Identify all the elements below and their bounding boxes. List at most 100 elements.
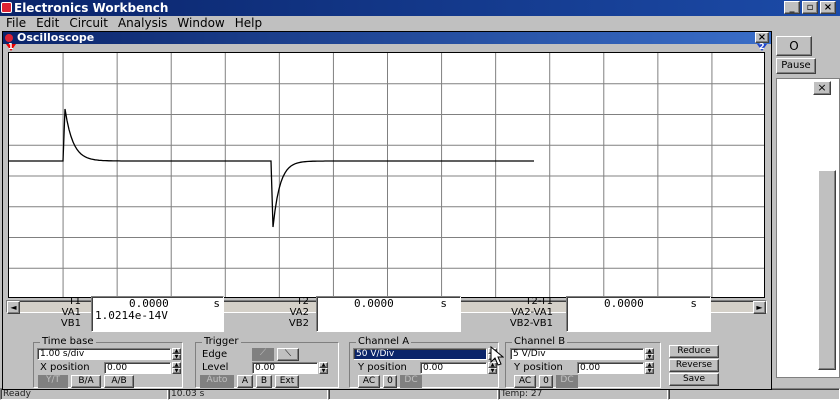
menu-file[interactable]: File	[4, 16, 34, 31]
power-switch[interactable]: O	[776, 36, 812, 56]
channel-b-title: Channel B	[512, 336, 568, 348]
label-t1: T1	[68, 296, 81, 307]
oscilloscope-icon	[5, 34, 13, 42]
scroll-left-arrow-icon[interactable]: ◄	[7, 301, 20, 314]
channel-a-ypos-label: Y position	[358, 362, 407, 373]
scope-grid-and-trace	[9, 53, 764, 297]
panel-close-button[interactable]: ×	[813, 81, 831, 95]
timebase-value-field[interactable]: 1.00 s/div	[37, 348, 171, 360]
channel-a-dc-button[interactable]: DC	[400, 375, 422, 388]
save-button[interactable]: Save	[669, 373, 719, 386]
spin-down-icon[interactable]: ▼	[172, 368, 181, 374]
scroll-right-arrow-icon[interactable]: ►	[753, 301, 766, 314]
mode-ab-button[interactable]: A/B	[104, 375, 134, 388]
readout-va1-value: 1.0214e-14V	[95, 309, 168, 322]
trigger-auto-button[interactable]: Auto	[200, 375, 234, 388]
readout-t2-box: 0.0000 s	[316, 296, 461, 332]
minimize-button[interactable]: _	[784, 1, 800, 14]
channel-b-scale-field[interactable]: 5 V/Div	[510, 348, 644, 360]
menu-circuit[interactable]: Circuit	[67, 16, 116, 31]
timebase-group: Time base 1.00 s/div ▲ ▼ X position 0.00 …	[33, 336, 183, 388]
channel-a-title: Channel A	[356, 336, 412, 348]
spin-down-icon[interactable]: ▼	[488, 368, 497, 374]
channel-a-group: Channel A 50 V/Div ▲▼ Y position 0.00 ▲▼…	[349, 336, 499, 388]
readout-t1-unit: s	[213, 297, 220, 310]
channel-b-scale-spinner[interactable]: ▲ ▼	[645, 348, 654, 360]
channel-b-ypos-field[interactable]: 0.00	[577, 362, 644, 374]
close-button[interactable]: ×	[820, 1, 836, 14]
oscilloscope-window: Oscilloscope × 1 2 ◄ ► T1 VA1 VB1 0.0000…	[2, 31, 772, 390]
timebase-title: Time base	[40, 336, 96, 348]
maximize-button[interactable]: ▫	[802, 1, 818, 14]
power-switch-label: O	[789, 39, 799, 53]
readout-t2-labels: T2 VA2 VB2	[273, 296, 309, 329]
edge-falling-icon[interactable]: ⟍	[277, 348, 299, 361]
timebase-xpos-field[interactable]: 0.00	[104, 362, 171, 374]
readout-t1-labels: T1 VA1 VB1	[51, 296, 81, 329]
label-va2: VA2	[289, 307, 309, 318]
mouse-cursor-icon	[490, 346, 504, 366]
channel-a-scale-field[interactable]: 50 V/Div	[353, 348, 487, 360]
label-va1: VA1	[61, 307, 81, 318]
label-vb2-vb1: VB2-VB1	[509, 318, 553, 329]
oscilloscope-title: Oscilloscope	[17, 31, 95, 44]
oscilloscope-title-bar: Oscilloscope ×	[3, 32, 771, 44]
channel-b-group: Channel B 5 V/Div ▲ ▼ Y position 0.00 ▲ ▼ …	[505, 336, 661, 388]
trigger-level-field[interactable]: 0.00	[252, 362, 318, 374]
trigger-level-spinner[interactable]: ▲ ▼	[319, 362, 328, 374]
edge-rising-icon[interactable]: ⟋	[252, 348, 274, 361]
reverse-button[interactable]: Reverse	[669, 359, 719, 372]
readout-t1-box: 0.0000 s 1.0214e-14V	[91, 296, 224, 332]
trigger-level-label: Level	[202, 362, 229, 373]
timebase-xpos-spinner[interactable]: ▲ ▼	[172, 362, 181, 374]
app-title: Electronics Workbench	[14, 1, 169, 15]
timebase-spinner[interactable]: ▲ ▼	[172, 348, 181, 360]
menu-analysis[interactable]: Analysis	[116, 16, 175, 31]
label-vb1: VB1	[60, 318, 81, 329]
trigger-b-button[interactable]: B	[256, 375, 272, 388]
reduce-button[interactable]: Reduce	[669, 345, 719, 358]
channel-a-zero-button[interactable]: 0	[383, 375, 397, 388]
spin-down-icon[interactable]: ▼	[319, 368, 328, 374]
menubar: File Edit Circuit Analysis Window Help	[0, 16, 840, 31]
spin-down-icon[interactable]: ▼	[172, 354, 181, 360]
readout-t2-unit: s	[440, 297, 447, 310]
menu-help[interactable]: Help	[233, 16, 270, 31]
label-t2: T2	[296, 296, 309, 307]
menu-edit[interactable]: Edit	[34, 16, 67, 31]
readout-t2-time: 0.0000	[354, 297, 394, 310]
channel-a-ypos-field[interactable]: 0.00	[420, 362, 487, 374]
trigger-ext-button[interactable]: Ext	[275, 375, 299, 388]
channel-a-ac-button[interactable]: AC	[358, 375, 380, 388]
channel-a-trace	[9, 108, 534, 228]
channel-b-dc-button[interactable]: DC	[556, 375, 578, 388]
channel-b-ypos-spinner[interactable]: ▲ ▼	[645, 362, 654, 374]
oscilloscope-screen[interactable]	[8, 52, 765, 298]
spin-down-icon[interactable]: ▼	[645, 354, 654, 360]
app-title-bar: Electronics Workbench _ ▫ ×	[0, 0, 840, 16]
cursor-1-label: 1	[8, 42, 14, 51]
label-t2-t1: T2-T1	[525, 296, 553, 307]
app-logo-icon	[1, 2, 12, 13]
trigger-group: Trigger Edge ⟋ ⟍ Level 0.00 ▲ ▼ Auto A B …	[195, 336, 339, 388]
mode-yt-button[interactable]: Y/T	[38, 375, 68, 388]
trigger-edge-label: Edge	[202, 349, 228, 360]
readout-delta-labels: T2-T1 VA2-VA1 VB2-VB1	[491, 296, 553, 329]
readout-delta-time: 0.0000	[604, 297, 644, 310]
channel-b-zero-button[interactable]: 0	[539, 375, 553, 388]
mode-ba-button[interactable]: B/A	[71, 375, 101, 388]
spin-down-icon[interactable]: ▼	[645, 368, 654, 374]
menu-window[interactable]: Window	[175, 16, 232, 31]
label-va2-va1: VA2-VA1	[511, 307, 553, 318]
label-vb2: VB2	[288, 318, 309, 329]
pause-button[interactable]: Pause	[776, 58, 816, 74]
readout-delta-unit: s	[690, 297, 697, 310]
timebase-xpos-label: X position	[40, 362, 90, 373]
channel-b-ac-button[interactable]: AC	[514, 375, 536, 388]
vertical-scrollbar[interactable]	[818, 170, 836, 370]
channel-b-ypos-label: Y position	[514, 362, 563, 373]
readout-delta-box: 0.0000 s	[566, 296, 711, 332]
trigger-a-button[interactable]: A	[237, 375, 253, 388]
trigger-title: Trigger	[202, 336, 241, 348]
cursor-2-label: 2	[759, 42, 765, 51]
